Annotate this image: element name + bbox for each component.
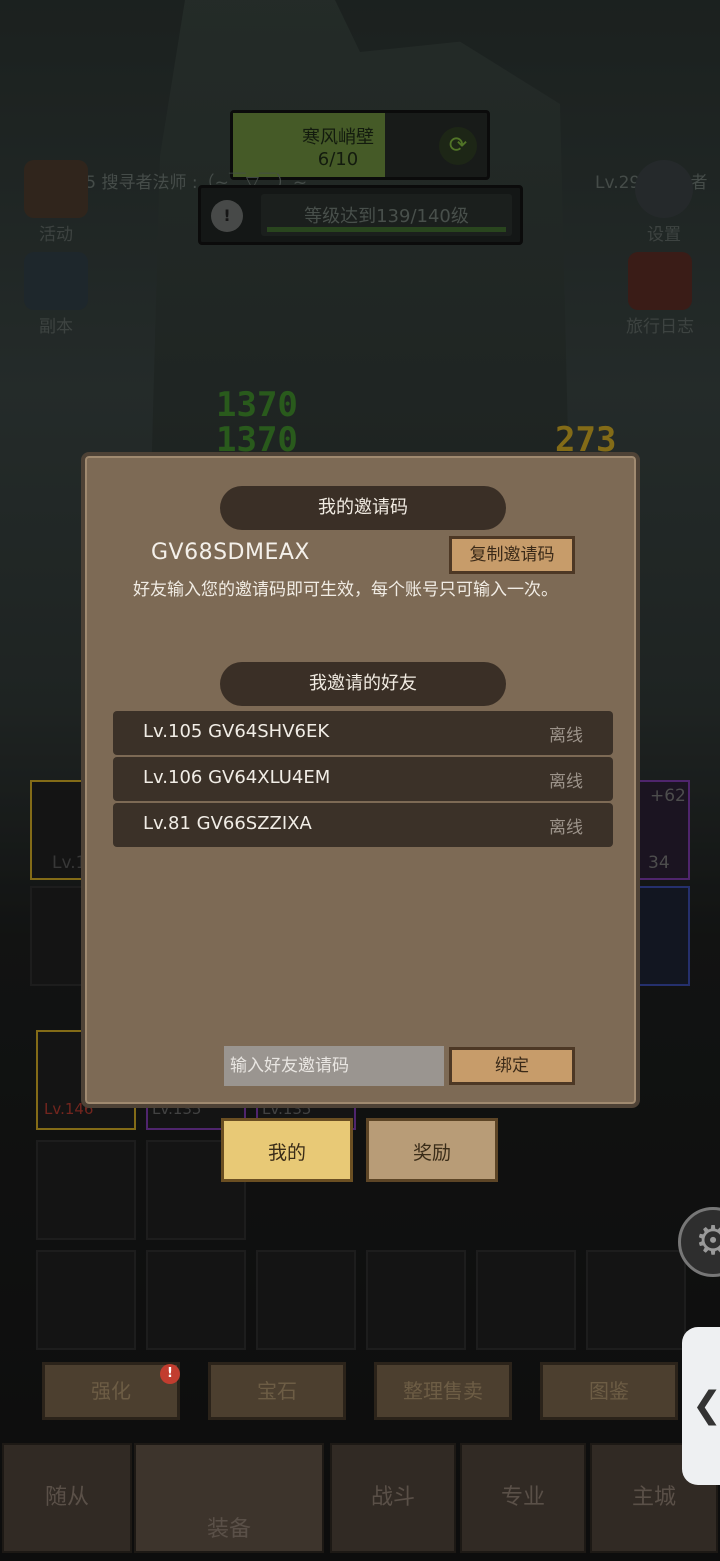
nav-follower[interactable]: 随从 [2, 1443, 132, 1553]
alert-badge-icon: ! [160, 1364, 180, 1384]
friend-name: Lv.106 GV64XLU4EM [143, 767, 331, 788]
invite-code: GV68SDMEAX [151, 540, 310, 565]
copy-invite-code-button[interactable]: 复制邀请码 [449, 536, 575, 574]
nav-profession[interactable]: 专业 [460, 1443, 586, 1553]
nav-equip[interactable]: 装备 [134, 1443, 324, 1553]
nav-battle[interactable]: 战斗 [330, 1443, 456, 1553]
friend-name: Lv.81 GV66SZZIXA [143, 813, 312, 834]
sort-sell-button[interactable]: 整理售卖 [374, 1362, 512, 1420]
friend-row: Lv.106 GV64XLU4EM 离线 [113, 757, 613, 801]
friend-list: Lv.105 GV64SHV6EK 离线 Lv.106 GV64XLU4EM 离… [113, 711, 613, 849]
invite-description: 好友输入您的邀请码即可生效，每个账号只可输入一次。 [133, 580, 558, 600]
friend-name: Lv.105 GV64SHV6EK [143, 721, 330, 742]
bind-button[interactable]: 绑定 [449, 1047, 575, 1085]
friend-status: 离线 [549, 726, 583, 746]
codex-button[interactable]: 图鉴 [540, 1362, 678, 1420]
friend-status: 离线 [549, 772, 583, 792]
invite-code-title: 我的邀请码 [220, 486, 506, 530]
friend-code-input[interactable] [224, 1046, 444, 1086]
side-panel-handle[interactable]: ❮ [682, 1327, 720, 1485]
tab-mine[interactable]: 我的 [221, 1118, 353, 1182]
friend-row: Lv.81 GV66SZZIXA 离线 [113, 803, 613, 847]
friend-status: 离线 [549, 818, 583, 838]
invite-dialog: 我的邀请码 GV68SDMEAX 复制邀请码 好友输入您的邀请码即可生效，每个账… [81, 452, 640, 1108]
invited-friends-title: 我邀请的好友 [220, 662, 506, 706]
tab-reward[interactable]: 奖励 [366, 1118, 498, 1182]
friend-row: Lv.105 GV64SHV6EK 离线 [113, 711, 613, 755]
gem-button[interactable]: 宝石 [208, 1362, 346, 1420]
